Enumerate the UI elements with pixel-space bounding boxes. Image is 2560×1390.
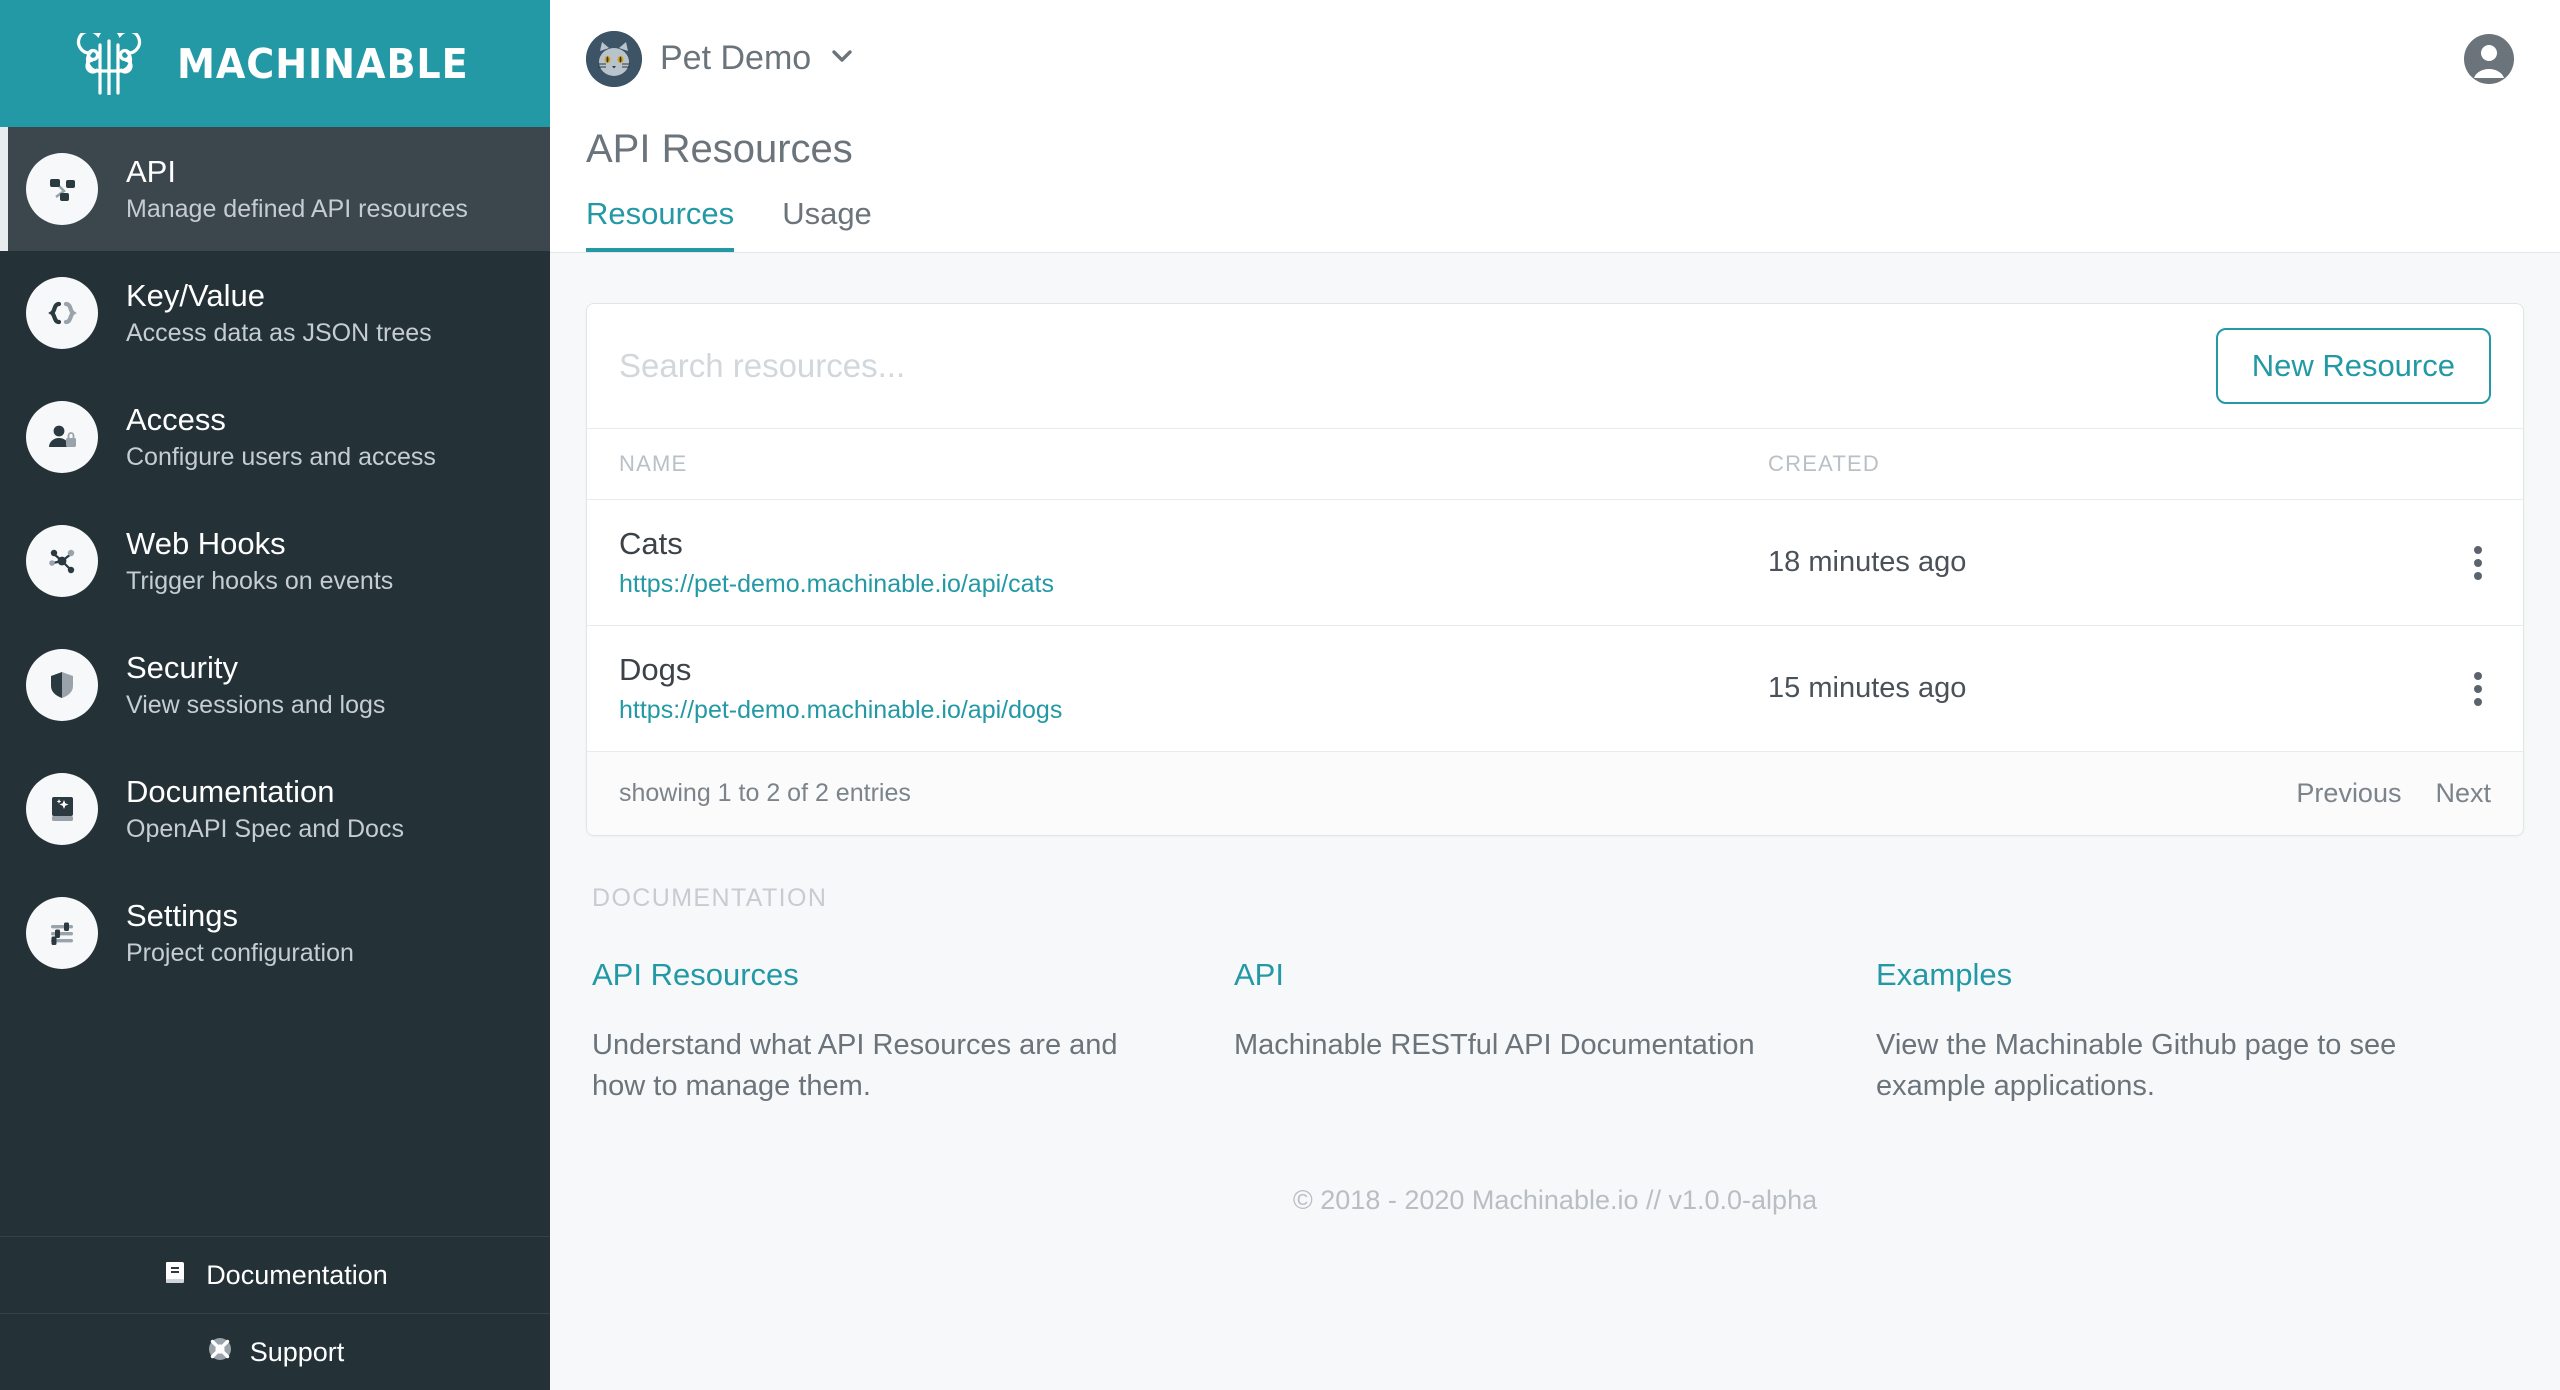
sidebar-item-label: Documentation [126,774,404,810]
sidebar-footer-label: Documentation [206,1260,388,1291]
resource-created: 15 minutes ago [1768,672,1966,704]
cell-created: 18 minutes ago [1736,500,2433,626]
table-header-row: NAME CREATED [587,429,2523,500]
cell-name: Dogs https://pet-demo.machinable.io/api/… [587,626,1736,752]
resource-url-link[interactable]: https://pet-demo.machinable.io/api/dogs [619,696,1062,724]
sidebar-footer-support[interactable]: Support [0,1313,550,1390]
lifebuoy-icon [206,1335,234,1370]
sidebar-footer-documentation[interactable]: Documentation [0,1236,550,1313]
app-root: MACHINABLE API Manage defined API resour… [0,0,2560,1390]
documentation-body: View the Machinable Github page to see e… [1876,1025,2458,1107]
cell-actions [2433,500,2523,626]
cell-name: Cats https://pet-demo.machinable.io/api/… [587,500,1736,626]
brand-name: MACHINABLE [177,40,469,88]
documentation-body: Understand what API Resources are and ho… [592,1025,1174,1107]
documentation-link[interactable]: API Resources [592,957,1174,993]
showing-entries-text: showing 1 to 2 of 2 entries [619,779,911,808]
documentation-body: Machinable RESTful API Documentation [1234,1025,1816,1066]
tab-usage[interactable]: Usage [782,196,872,252]
pagination-controls: Previous Next [2296,778,2491,809]
table-pagination: showing 1 to 2 of 2 entries Previous Nex… [587,752,2523,835]
sidebar-item-label: Settings [126,898,354,934]
sidebar-item-security[interactable]: Security View sessions and logs [0,623,550,747]
next-page-link[interactable]: Next [2435,778,2491,809]
new-resource-button[interactable]: New Resource [2216,328,2491,404]
documentation-section-label: DOCUMENTATION [592,884,2518,913]
brain-cloud-icon [70,33,148,95]
table-row[interactable]: Cats https://pet-demo.machinable.io/api/… [587,500,2523,626]
hooks-network-icon [26,525,98,597]
resource-url-link[interactable]: https://pet-demo.machinable.io/api/cats [619,570,1054,598]
magic-book-icon [26,773,98,845]
sidebar-item-sublabel: Manage defined API resources [126,195,468,224]
project-name: Pet Demo [660,39,811,78]
api-nodes-icon [26,153,98,225]
tab-resources[interactable]: Resources [586,196,734,252]
search-input[interactable] [619,333,2186,399]
documentation-card: API Machinable RESTful API Documentation [1234,957,1876,1107]
sidebar-footer-label: Support [250,1337,345,1368]
sidebar-nav: API Manage defined API resources Key/Val… [0,127,550,1236]
sidebar-item-sublabel: Trigger hooks on events [126,567,393,596]
sidebar-item-sublabel: View sessions and logs [126,691,385,720]
resources-card: New Resource NAME CREATED Cats [586,303,2524,836]
previous-page-link[interactable]: Previous [2296,778,2401,809]
sidebar-item-label: Key/Value [126,278,432,314]
documentation-section: DOCUMENTATION API Resources Understand w… [586,836,2524,1216]
table-header: NAME CREATED [587,429,2523,500]
shield-icon [26,649,98,721]
braces-icon [26,277,98,349]
sidebar-item-label: Security [126,650,385,686]
table-row[interactable]: Dogs https://pet-demo.machinable.io/api/… [587,626,2523,752]
topbar: Pet Demo [550,0,2560,117]
sidebar-item-label: API [126,154,468,190]
sidebar-item-sublabel: Project configuration [126,939,354,968]
sidebar-item-keyvalue[interactable]: Key/Value Access data as JSON trees [0,251,550,375]
card-toolbar: New Resource [587,304,2523,428]
resource-name: Dogs [619,652,1704,688]
user-lock-icon [26,401,98,473]
sidebar-item-sublabel: Access data as JSON trees [126,319,432,348]
documentation-grid: API Resources Understand what API Resour… [592,957,2518,1107]
resource-name: Cats [619,526,1704,562]
column-header-created: CREATED [1736,429,2433,500]
sliders-icon [26,897,98,969]
page-title: API Resources [586,117,2524,196]
book-icon [162,1258,190,1293]
sidebar-item-label: Web Hooks [126,526,393,562]
column-header-name: NAME [587,429,1736,500]
cell-created: 15 minutes ago [1736,626,2433,752]
resources-table: NAME CREATED Cats https://pet-demo.machi… [587,428,2523,752]
documentation-link[interactable]: Examples [1876,957,2458,993]
resource-created: 18 minutes ago [1768,546,1966,578]
documentation-link[interactable]: API [1234,957,1816,993]
sidebar-item-label: Access [126,402,436,438]
sidebar: MACHINABLE API Manage defined API resour… [0,0,550,1390]
chevron-down-icon[interactable] [829,43,855,74]
copyright-text: © 2018 - 2020 Machinable.io // v1.0.0-al… [592,1107,2518,1216]
table-body: Cats https://pet-demo.machinable.io/api/… [587,500,2523,752]
documentation-card: Examples View the Machinable Github page… [1876,957,2518,1107]
documentation-card: API Resources Understand what API Resour… [592,957,1234,1107]
sidebar-item-settings[interactable]: Settings Project configuration [0,871,550,995]
sidebar-item-documentation[interactable]: Documentation OpenAPI Spec and Docs [0,747,550,871]
user-circle-icon[interactable] [2462,32,2516,86]
sidebar-item-webhooks[interactable]: Web Hooks Trigger hooks on events [0,499,550,623]
sidebar-footer: Documentation Support [0,1236,550,1390]
project-switcher[interactable]: Pet Demo [586,31,855,87]
sidebar-item-sublabel: OpenAPI Spec and Docs [126,815,404,844]
kebab-menu-icon[interactable] [2465,546,2491,580]
cat-avatar-icon [586,31,642,87]
column-header-actions [2433,429,2523,500]
sidebar-item-sublabel: Configure users and access [126,443,436,472]
brand-logo-bar[interactable]: MACHINABLE [0,0,550,127]
sidebar-item-api[interactable]: API Manage defined API resources [0,127,550,251]
content-area: New Resource NAME CREATED Cats [550,252,2560,1390]
sidebar-item-access[interactable]: Access Configure users and access [0,375,550,499]
main-area: Pet Demo API Resources Resources Us [550,0,2560,1390]
kebab-menu-icon[interactable] [2465,672,2491,706]
page-tabs: Resources Usage [586,196,2524,252]
page-header: API Resources Resources Usage [550,117,2560,252]
cell-actions [2433,626,2523,752]
